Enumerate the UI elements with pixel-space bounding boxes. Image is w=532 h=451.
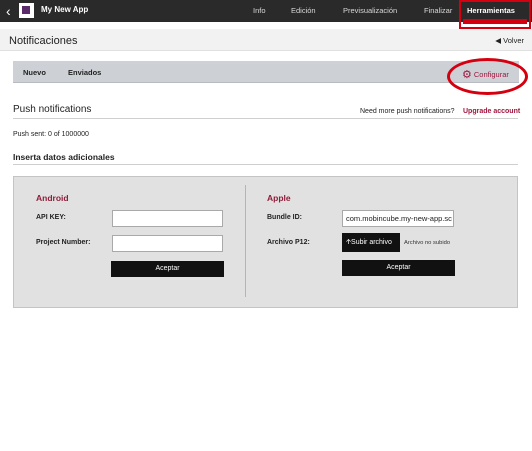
more-push-text: Need more push notifications?	[360, 108, 455, 115]
nav-previsualizacion[interactable]: Previsualización	[343, 6, 397, 15]
extra-data-title: Inserta datos adicionales	[13, 152, 115, 162]
bundle-id-label: Bundle ID:	[267, 214, 302, 221]
app-logo-icon	[19, 3, 34, 18]
push-sent-count: Push sent: 0 of 1000000	[13, 131, 89, 138]
api-key-label: API KEY:	[36, 214, 66, 221]
top-bar: ‹ My New App Info Edición Previsualizaci…	[0, 0, 532, 22]
upload-label: Subir archivo	[351, 239, 392, 246]
nav-finalizar[interactable]: Finalizar	[424, 6, 452, 15]
highlight-bar	[463, 19, 527, 24]
title-row: Notificaciones ◀ Volver	[0, 29, 532, 51]
bundle-id-input[interactable]: com.mobincube.my-new-app.sc	[342, 210, 454, 227]
api-key-input[interactable]	[112, 210, 223, 227]
push-title: Push notifications	[13, 104, 92, 115]
triangle-left-icon: ◀	[495, 36, 502, 45]
apple-title: Apple	[267, 193, 291, 203]
highlight-box	[459, 0, 531, 29]
tab-enviados[interactable]: Enviados	[68, 68, 101, 77]
divider	[13, 118, 518, 119]
highlight-circle	[447, 58, 528, 95]
page-title: Notificaciones	[9, 35, 78, 47]
project-number-input[interactable]	[112, 235, 223, 252]
android-title: Android	[36, 193, 69, 203]
project-number-label: Project Number:	[36, 239, 91, 246]
no-file-text: Archivo no subido	[404, 240, 451, 246]
tab-nuevo[interactable]: Nuevo	[23, 68, 46, 77]
sub-navigation: Nuevo Enviados	[13, 61, 519, 83]
panel-divider	[245, 185, 246, 297]
back-label: Volver	[503, 36, 524, 45]
android-accept-button[interactable]: Aceptar	[111, 261, 224, 277]
nav-info[interactable]: Info	[253, 6, 266, 15]
chevron-left-icon[interactable]: ‹	[6, 2, 16, 20]
upload-file-button[interactable]: 🡩Subir archivo	[342, 233, 400, 252]
nav-edicion[interactable]: Edición	[291, 6, 316, 15]
back-button[interactable]: ◀ Volver	[495, 36, 524, 45]
app-name: My New App	[41, 5, 89, 14]
divider	[13, 164, 518, 165]
upgrade-account-link[interactable]: Upgrade account	[463, 108, 520, 115]
p12-label: Archivo P12:	[267, 239, 310, 246]
apple-accept-button[interactable]: Aceptar	[342, 260, 455, 276]
